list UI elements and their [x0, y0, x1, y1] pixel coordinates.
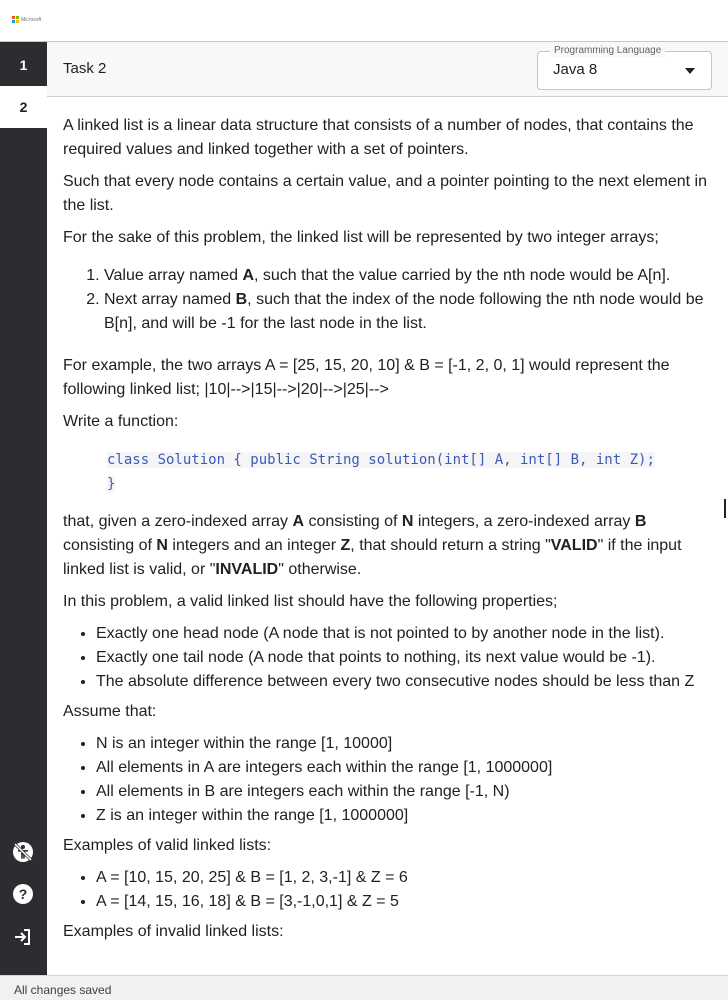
intro-paragraph-2: Such that every node contains a certain …: [63, 173, 707, 214]
intro-paragraph-3: For the sake of this problem, the linked…: [63, 229, 659, 246]
task-tab-1[interactable]: 1: [0, 44, 47, 86]
task-header: Task 2 Programming Language Java 8: [47, 42, 728, 97]
logo-squares-icon: [12, 16, 19, 23]
top-bar: Microsoft: [0, 0, 728, 42]
assume-intro: Assume that:: [63, 703, 157, 720]
code-line-1: class Solution { public String solution(…: [107, 452, 655, 468]
write-function-label: Write a function:: [63, 413, 179, 430]
accessibility-off-icon[interactable]: [10, 839, 36, 865]
language-select[interactable]: Programming Language Java 8: [537, 45, 712, 90]
example-paragraph: For example, the two arrays A = [25, 15,…: [63, 357, 670, 398]
logo-text: Microsoft: [21, 16, 42, 23]
task-sidebar: 1 2 ?: [0, 42, 47, 975]
list-item: Value array named A, such that the value…: [104, 264, 712, 288]
exit-icon[interactable]: [10, 924, 36, 950]
task-tab-2[interactable]: 2: [0, 86, 47, 128]
list-item: Exactly one tail node (A node that point…: [96, 646, 712, 670]
assumptions-list: N is an integer within the range [1, 100…: [63, 732, 712, 828]
function-signature-code: class Solution { public String solution(…: [107, 448, 712, 496]
list-item: Next array named B, such that the index …: [104, 288, 712, 336]
valid-examples-list: A = [10, 15, 20, 25] & B = [1, 2, 3,-1] …: [63, 866, 712, 914]
list-item: A = [14, 15, 16, 18] & B = [3,-1,0,1] & …: [96, 890, 712, 914]
language-label: Programming Language: [550, 45, 666, 57]
properties-intro: In this problem, a valid linked list sho…: [63, 593, 558, 610]
intro-paragraph-1: A linked list is a linear data structure…: [63, 117, 694, 158]
code-line-2: }: [107, 476, 116, 492]
properties-list: Exactly one head node (A node that is no…: [63, 622, 712, 694]
list-item: All elements in B are integers each with…: [96, 780, 712, 804]
task-title: Task 2: [63, 60, 107, 77]
text-cursor: [724, 499, 726, 518]
valid-examples-intro: Examples of valid linked lists:: [63, 837, 272, 854]
list-item: Exactly one head node (A node that is no…: [96, 622, 712, 646]
function-description: that, given a zero-indexed array A consi…: [63, 513, 682, 578]
svg-text:?: ?: [19, 886, 28, 902]
microsoft-logo: Microsoft: [12, 16, 41, 23]
chevron-down-icon: [685, 68, 695, 74]
list-item: N is an integer within the range [1, 100…: [96, 732, 712, 756]
task-description: A linked list is a linear data structure…: [47, 97, 728, 961]
list-item: The absolute difference between every tw…: [96, 670, 712, 694]
save-status: All changes saved: [14, 983, 112, 997]
list-item: All elements in A are integers each with…: [96, 756, 712, 780]
language-value: Java 8: [553, 61, 598, 78]
list-item: Z is an integer within the range [1, 100…: [96, 804, 712, 828]
status-bar: All changes saved: [0, 975, 728, 1000]
array-definitions-list: Value array named A, such that the value…: [63, 264, 712, 336]
invalid-examples-intro: Examples of invalid linked lists:: [63, 923, 284, 940]
list-item: A = [10, 15, 20, 25] & B = [1, 2, 3,-1] …: [96, 866, 712, 890]
help-icon[interactable]: ?: [10, 881, 36, 907]
